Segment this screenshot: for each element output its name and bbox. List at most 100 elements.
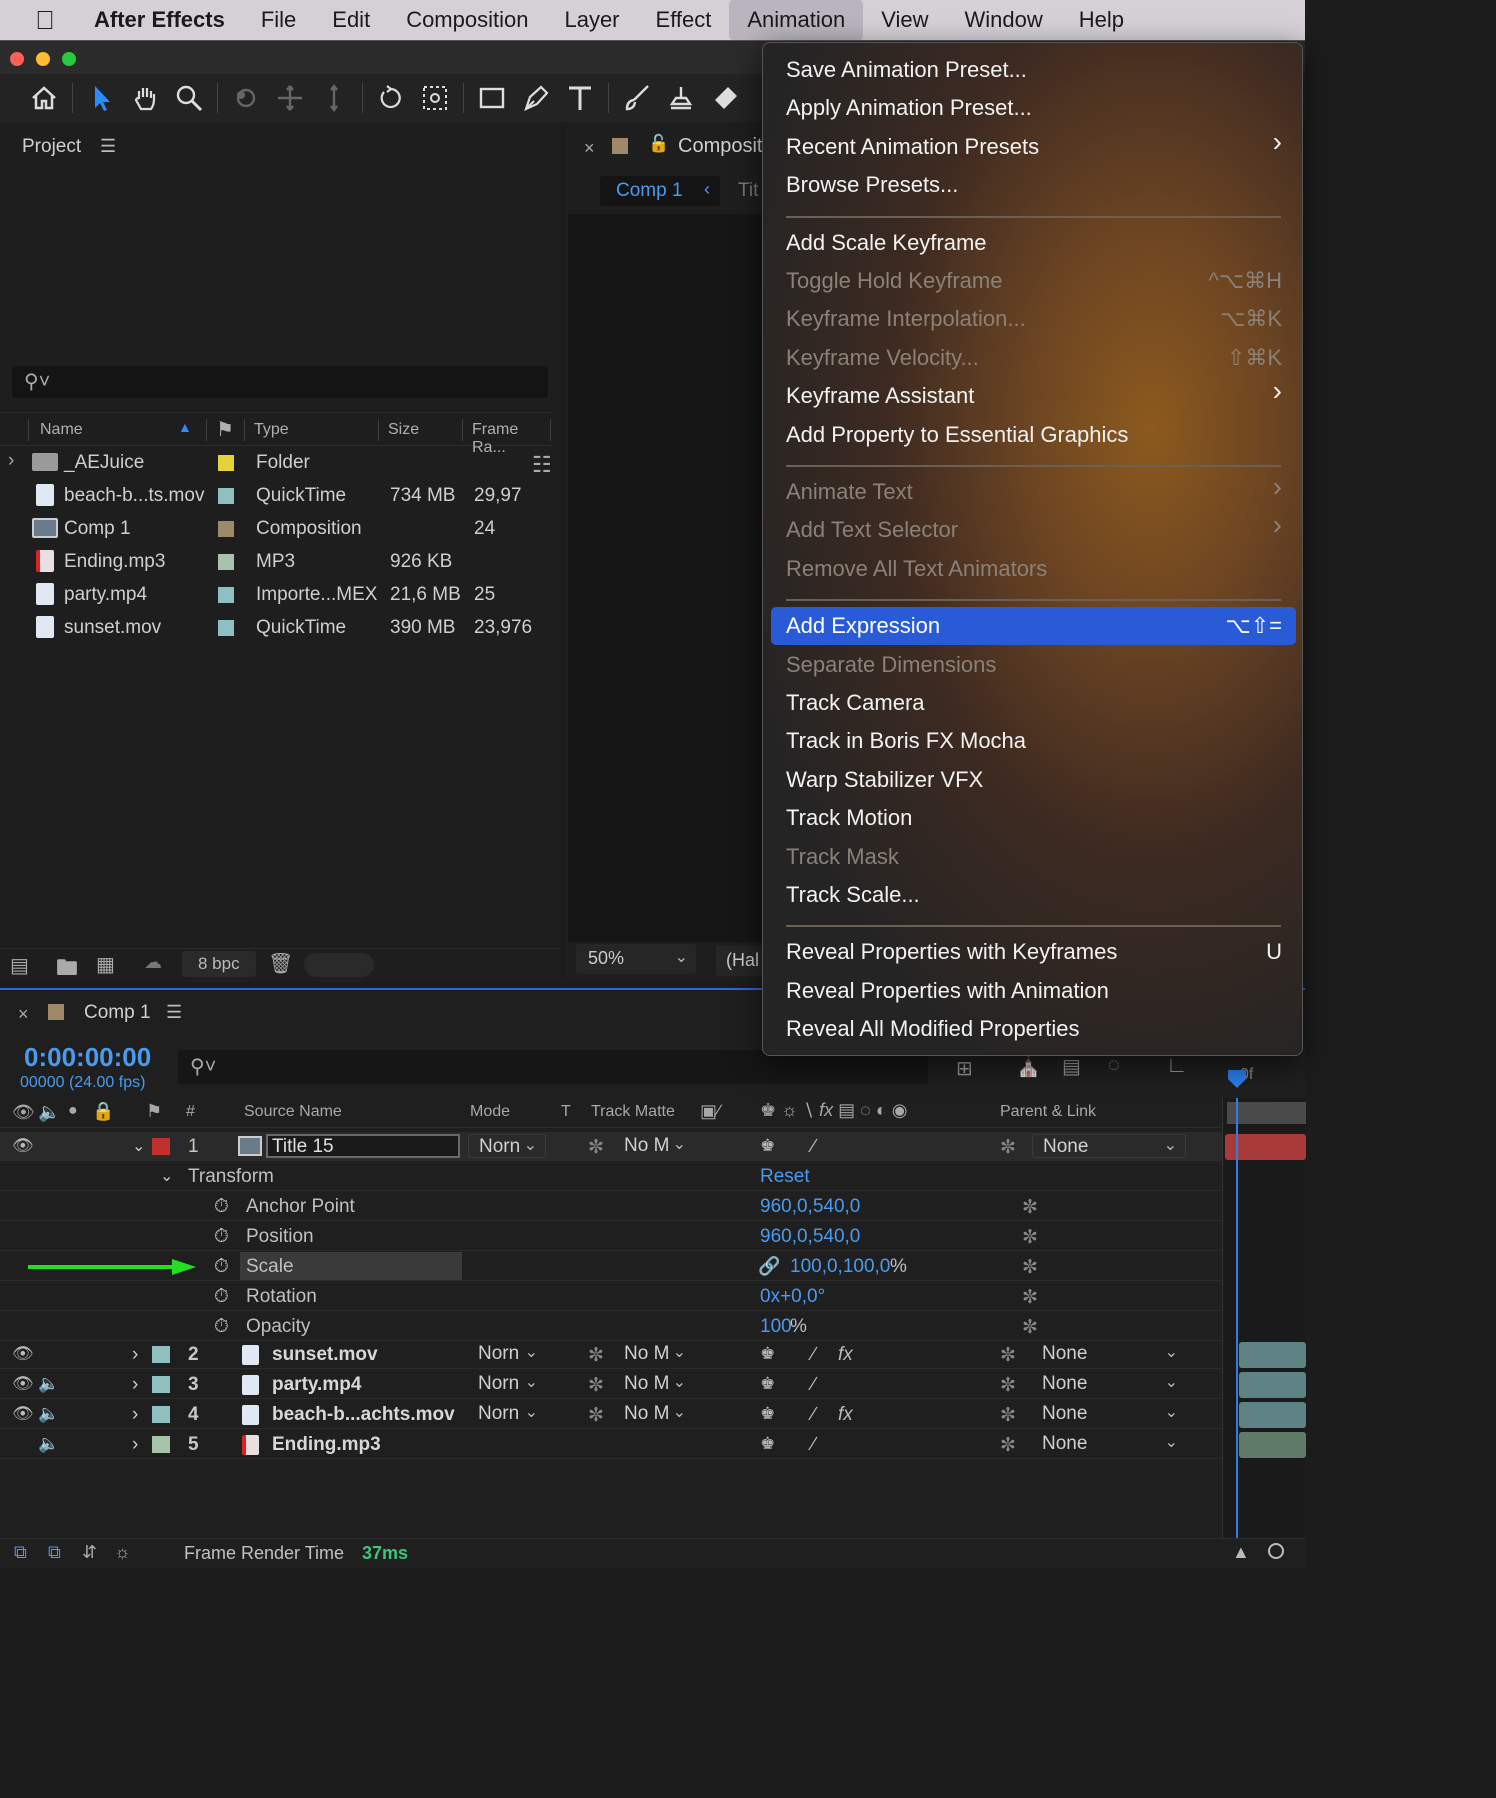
quality-switch-icon[interactable]: ∕ <box>812 1434 815 1456</box>
menu-item-keyframe-assistant[interactable]: Keyframe Assistant › <box>771 375 1296 415</box>
label-color[interactable] <box>218 620 234 636</box>
layer-row[interactable]: 👁 🔈 › 3 party.mp4 Norn ⌄ ✼ No M ⌄ ♚ ∕ ✼ No… <box>0 1370 1222 1399</box>
interpret-footage-icon[interactable]: ▤ <box>10 953 29 978</box>
expand-arrow-icon[interactable]: › <box>132 1374 138 1396</box>
col-number[interactable]: # <box>186 1103 195 1121</box>
menu-file[interactable]: File <box>243 0 314 40</box>
eye-icon[interactable]: 👁 <box>12 1102 35 1123</box>
menu-item-track-mask[interactable]: Track Mask <box>771 838 1296 876</box>
next-comp-tab[interactable]: Tit <box>738 180 758 202</box>
project-item[interactable]: beach-b...ts.mov QuickTime 734 MB 29,97 <box>0 479 530 512</box>
menu-item-track-motion[interactable]: Track Motion <box>771 799 1296 837</box>
motion-blur-icon[interactable]: ◌ <box>1108 1054 1120 1077</box>
orbit-camera-icon[interactable] <box>224 78 268 118</box>
layer-name[interactable]: party.mp4 <box>272 1374 361 1396</box>
visibility-eye-icon[interactable]: 👁 <box>12 1136 34 1156</box>
shy-layers-icon[interactable]: ⛪ <box>1016 1054 1041 1079</box>
home-icon[interactable] <box>22 78 66 118</box>
col-source-name[interactable]: Source Name <box>244 1103 342 1121</box>
stopwatch-icon[interactable]: ⏱ <box>214 1316 229 1338</box>
menu-animation[interactable]: Animation <box>729 0 864 40</box>
layer-bar[interactable] <box>1239 1402 1306 1428</box>
parent-dropdown[interactable]: None ⌄ <box>1032 1372 1186 1396</box>
switches-icons[interactable]: ♚ ☼ ∖ fx ▤ ◌ ◐ ◉ <box>760 1100 907 1121</box>
comp-tab[interactable]: Comp 1 ‹ <box>600 176 720 206</box>
hand-tool-icon[interactable] <box>123 78 167 118</box>
zoom-dropdown[interactable]: 50% ⌄ <box>576 944 696 974</box>
menu-item-keyframe-interpolation[interactable]: Keyframe Interpolation... ⌥⌘K <box>771 300 1296 338</box>
menu-item-keyframe-velocity[interactable]: Keyframe Velocity... ⇧⌘K <box>771 339 1296 377</box>
property-row[interactable]: ⏱ Scale 🔗 100,0,100,0 % ✼ <box>0 1252 1222 1281</box>
apple-icon[interactable]:  <box>0 5 90 36</box>
layer-label-color[interactable] <box>152 1376 170 1393</box>
zoom-tool-icon[interactable] <box>167 78 211 118</box>
rotate-tool-icon[interactable] <box>369 78 413 118</box>
menu-item-save-animation-preset[interactable]: Save Animation Preset... <box>771 51 1296 89</box>
shy-switch-icon[interactable]: ♚ <box>760 1136 775 1156</box>
parent-dropdown[interactable]: None ⌄ <box>1032 1432 1186 1456</box>
toggle-in-out-icon[interactable]: ⇵ <box>82 1542 97 1563</box>
label-color[interactable] <box>218 488 234 504</box>
menu-effect[interactable]: Effect <box>638 0 730 40</box>
menu-layer[interactable]: Layer <box>546 0 637 40</box>
spiral-icon[interactable]: ✼ <box>588 1374 604 1397</box>
toggle-switches-icon[interactable]: ⧉ <box>14 1542 27 1563</box>
layer-name-field[interactable]: Title 15 <box>266 1134 460 1158</box>
menu-item-add-text-selector[interactable]: Add Text Selector › <box>771 509 1296 549</box>
audio-speaker-icon[interactable]: 🔈 <box>38 1434 59 1454</box>
toggle-render-time-icon[interactable]: ☼ <box>114 1542 131 1563</box>
blend-mode-dropdown[interactable]: Norn ⌄ <box>468 1402 546 1426</box>
menu-help[interactable]: Help <box>1061 0 1142 40</box>
pickwhip-icon[interactable]: ✼ <box>1000 1136 1016 1159</box>
close-tab-icon[interactable]: × <box>584 138 595 159</box>
project-item[interactable]: party.mp4 Importe...MEX 21,6 MB 25 <box>0 578 530 611</box>
property-value[interactable]: 960,0,540,0 <box>760 1226 860 1248</box>
menu-item-reveal-all-modified-properties[interactable]: Reveal All Modified Properties <box>771 1010 1296 1048</box>
col-type[interactable]: Type <box>254 421 289 439</box>
menu-item-reveal-properties-with-keyframes[interactable]: Reveal Properties with Keyframes U <box>771 933 1296 971</box>
menu-item-toggle-hold-keyframe[interactable]: Toggle Hold Keyframe ^⌥⌘H <box>771 262 1296 300</box>
brush-tool-icon[interactable] <box>615 78 659 118</box>
zoom-slider-handle[interactable] <box>1268 1543 1284 1559</box>
timeline-track-area[interactable] <box>1222 1098 1306 1538</box>
zoom-out-mountain-icon[interactable]: ▲ <box>1232 1542 1250 1563</box>
trash-icon[interactable]: 🗑 <box>268 951 293 976</box>
layer-row[interactable]: 👁 🔈 › 4 beach-b...achts.mov Norn ⌄ ✼ No M… <box>0 1400 1222 1429</box>
matte-icons[interactable]: ▣∕ <box>700 1101 720 1122</box>
collapse-arrow-icon[interactable]: ⌄ <box>160 1166 173 1186</box>
project-item[interactable]: › _AEJuice Folder <box>0 446 530 479</box>
blend-mode-dropdown[interactable]: Norn ⌄ <box>468 1134 546 1158</box>
layer-row[interactable]: 👁 › 2 sunset.mov Norn ⌄ ✼ No M ⌄ ♚ ∕ fx ✼ … <box>0 1340 1222 1369</box>
property-value[interactable]: 100 <box>760 1316 792 1338</box>
layer-name[interactable]: Ending.mp3 <box>272 1434 381 1456</box>
menu-app-name[interactable]: After Effects <box>90 0 243 40</box>
viewer-tab-title[interactable]: Composit <box>678 135 762 158</box>
current-timecode[interactable]: 0:00:00:00 <box>24 1042 151 1073</box>
shy-switch-icon[interactable]: ♚ <box>760 1344 775 1364</box>
comp-flowchart-icon[interactable]: ⊞ <box>956 1056 973 1081</box>
type-tool-icon[interactable] <box>558 78 602 118</box>
menu-item-track-camera[interactable]: Track Camera <box>771 684 1296 722</box>
visibility-eye-icon[interactable]: 👁 <box>12 1344 34 1364</box>
stopwatch-icon[interactable]: ⏱ <box>214 1226 229 1248</box>
playhead-icon[interactable] <box>1228 1070 1246 1088</box>
pickwhip-icon[interactable]: ✼ <box>1000 1404 1016 1427</box>
label-color[interactable] <box>218 554 234 570</box>
stopwatch-icon[interactable]: ⏱ <box>214 1196 229 1218</box>
layer-bar[interactable] <box>1239 1432 1306 1458</box>
property-value[interactable]: 960,0,540,0 <box>760 1196 860 1218</box>
track-matte-dropdown[interactable]: No M ⌄ <box>614 1402 694 1426</box>
transform-group[interactable]: ⌄ Transform Reset <box>0 1162 1222 1191</box>
col-size[interactable]: Size <box>388 421 419 439</box>
eraser-tool-icon[interactable] <box>703 78 747 118</box>
collapse-arrow-icon[interactable]: ⌄ <box>132 1136 145 1156</box>
menu-edit[interactable]: Edit <box>314 0 388 40</box>
layer-label-color[interactable] <box>152 1138 170 1155</box>
speaker-icon[interactable]: 🔈 <box>38 1102 60 1123</box>
menu-item-apply-animation-preset[interactable]: Apply Animation Preset... <box>771 89 1296 127</box>
current-time-indicator[interactable] <box>1236 1098 1238 1538</box>
menu-item-animate-text[interactable]: Animate Text › <box>771 471 1296 511</box>
expand-arrow-icon[interactable]: › <box>132 1434 138 1456</box>
close-window-button[interactable] <box>10 52 24 66</box>
property-row[interactable]: ⏱ Opacity 100 % ✼ <box>0 1312 1222 1341</box>
